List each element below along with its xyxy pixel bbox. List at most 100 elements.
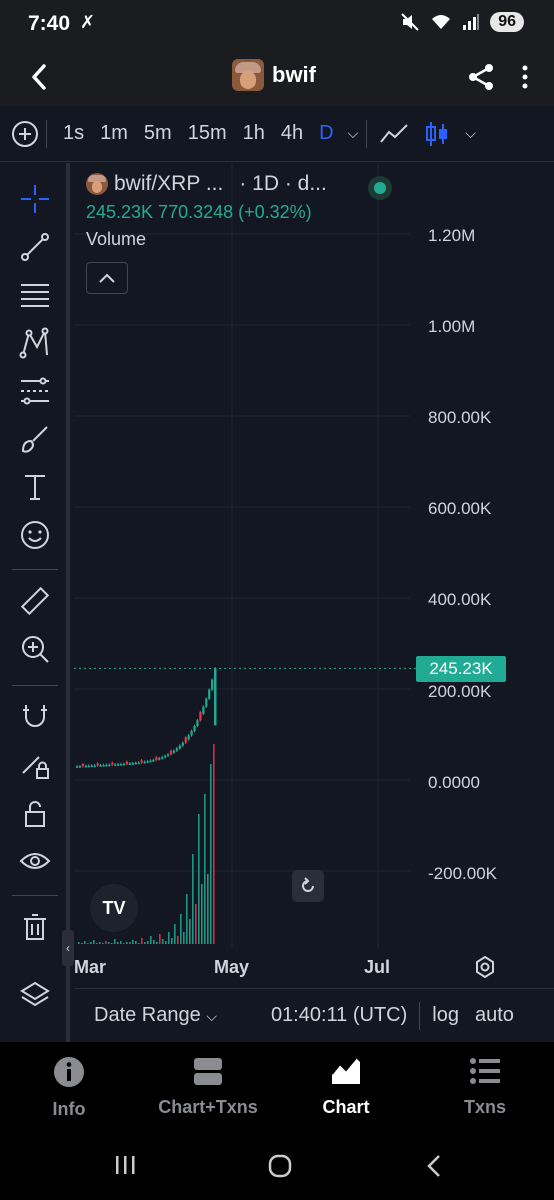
- y-axis-label: 0.0000: [428, 773, 480, 792]
- candle-body: [175, 748, 179, 751]
- brush-icon[interactable]: [15, 419, 55, 459]
- text-tool-icon[interactable]: [15, 467, 55, 507]
- interval-4h[interactable]: 4h: [281, 122, 303, 145]
- interval-d[interactable]: D: [319, 122, 333, 145]
- current-price-tag: 245.23K: [416, 656, 506, 682]
- candle-body: [214, 668, 217, 726]
- visibility-icon[interactable]: [15, 841, 55, 881]
- trash-icon[interactable]: [15, 907, 55, 947]
- volume-bar: [87, 943, 89, 944]
- interval-15m[interactable]: 15m: [188, 122, 227, 145]
- candle-body: [81, 764, 85, 767]
- market-status-icon[interactable]: [368, 176, 392, 200]
- legend-symbol[interactable]: bwif/XRP ...: [114, 172, 223, 196]
- add-symbol-icon[interactable]: [12, 120, 38, 147]
- home-icon[interactable]: [268, 1154, 292, 1178]
- interval-1h[interactable]: 1h: [243, 122, 265, 145]
- volume-bar: [147, 941, 149, 944]
- line-chart-icon[interactable]: [379, 122, 411, 146]
- candle-body: [172, 750, 176, 753]
- volume-bar: [153, 940, 155, 944]
- candle-body: [169, 750, 173, 755]
- candle-body: [96, 763, 99, 766]
- volume-bar: [105, 941, 107, 944]
- volume-bar: [189, 919, 191, 944]
- candle-body: [87, 765, 90, 768]
- app-header: bwif: [0, 48, 554, 106]
- candle-body: [122, 763, 126, 766]
- volume-bar: [111, 943, 113, 944]
- status-bar: 7:40 ✗ 96: [0, 0, 554, 48]
- toolbar-divider: [46, 119, 47, 148]
- nav-info[interactable]: Info: [4, 1056, 134, 1120]
- reset-chart-button[interactable]: [292, 870, 324, 902]
- candle-body: [205, 698, 208, 707]
- volume-bar: [141, 938, 143, 944]
- date-range-label: Date Range: [94, 1004, 201, 1026]
- chart-type-dropdown-icon[interactable]: ⌵: [465, 125, 476, 142]
- forecast-icon[interactable]: [15, 371, 55, 411]
- candle-body: [193, 725, 196, 731]
- token-title: bwif: [232, 59, 316, 91]
- candles-icon[interactable]: [423, 120, 451, 148]
- candle-body: [134, 762, 137, 765]
- crosshair-icon[interactable]: [15, 179, 55, 219]
- unlock-icon[interactable]: [15, 793, 55, 833]
- legend-volume[interactable]: Volume: [86, 229, 327, 250]
- interval-dropdown-icon[interactable]: ⌵: [348, 125, 359, 142]
- interval-1s[interactable]: 1s: [63, 122, 84, 145]
- candle-body: [181, 742, 184, 746]
- volume-bar: [114, 939, 116, 944]
- candle-body: [111, 762, 114, 765]
- trend-line-icon[interactable]: [15, 227, 55, 267]
- volume-bar: [174, 924, 176, 944]
- lock-drawing-icon[interactable]: [15, 745, 55, 785]
- more-options-icon[interactable]: [518, 62, 532, 92]
- candle-body: [90, 765, 93, 768]
- back-icon[interactable]: [424, 1154, 444, 1178]
- interval-5m[interactable]: 5m: [144, 122, 172, 145]
- split-view-icon: [194, 1058, 222, 1085]
- candle-body: [143, 761, 146, 764]
- chart-icon: [331, 1057, 360, 1084]
- nav-chart-txns[interactable]: Chart+Txns: [143, 1056, 273, 1118]
- legend-collapse-button[interactable]: [86, 262, 128, 294]
- settings-icon[interactable]: [474, 956, 496, 978]
- interval-1m[interactable]: 1m: [100, 122, 128, 145]
- layers-icon[interactable]: [15, 975, 55, 1015]
- collapse-toolbar-icon[interactable]: ‹: [62, 930, 74, 966]
- magnet-icon[interactable]: [15, 697, 55, 737]
- timezone-clock[interactable]: 01:40:11 (UTC): [271, 1004, 407, 1027]
- tradingview-logo[interactable]: TV: [90, 884, 138, 932]
- candle-body: [114, 764, 117, 766]
- candle-body: [108, 764, 111, 767]
- chart-toolbar: 1s 1m 5m 15m 1h 4h D ⌵ ⌵: [0, 106, 554, 162]
- volume-bar: [123, 943, 125, 944]
- candle-body: [105, 764, 108, 767]
- missed-call-icon: ✗: [80, 12, 96, 32]
- emoji-icon[interactable]: [15, 515, 55, 555]
- status-time: 7:40: [28, 12, 71, 35]
- ruler-icon[interactable]: [15, 581, 55, 621]
- volume-bar: [99, 942, 101, 944]
- nav-txns[interactable]: Txns: [420, 1056, 550, 1118]
- share-icon[interactable]: [466, 62, 496, 92]
- back-arrow-icon[interactable]: [22, 60, 56, 94]
- mute-icon: [401, 13, 419, 31]
- zoom-in-icon[interactable]: [15, 629, 55, 669]
- nav-chart[interactable]: Chart: [281, 1056, 411, 1118]
- date-range-button[interactable]: Date Range ⌵: [94, 1004, 217, 1027]
- recent-apps-icon[interactable]: [114, 1154, 136, 1176]
- fib-retracement-icon[interactable]: [15, 275, 55, 315]
- log-scale-toggle[interactable]: log: [432, 1004, 459, 1027]
- auto-scale-toggle[interactable]: auto: [475, 1004, 514, 1027]
- chart-controls-bar: Date Range ⌵ 01:40:11 (UTC) log auto: [74, 988, 554, 1042]
- y-axis-label: 600.00K: [428, 499, 492, 518]
- candle-body: [146, 761, 149, 763]
- pattern-icon[interactable]: [15, 323, 55, 363]
- volume-bar: [162, 939, 164, 944]
- volume-bar: [192, 854, 194, 944]
- wifi-icon: [432, 15, 451, 29]
- candle-body: [149, 760, 152, 763]
- candle-body: [155, 757, 158, 760]
